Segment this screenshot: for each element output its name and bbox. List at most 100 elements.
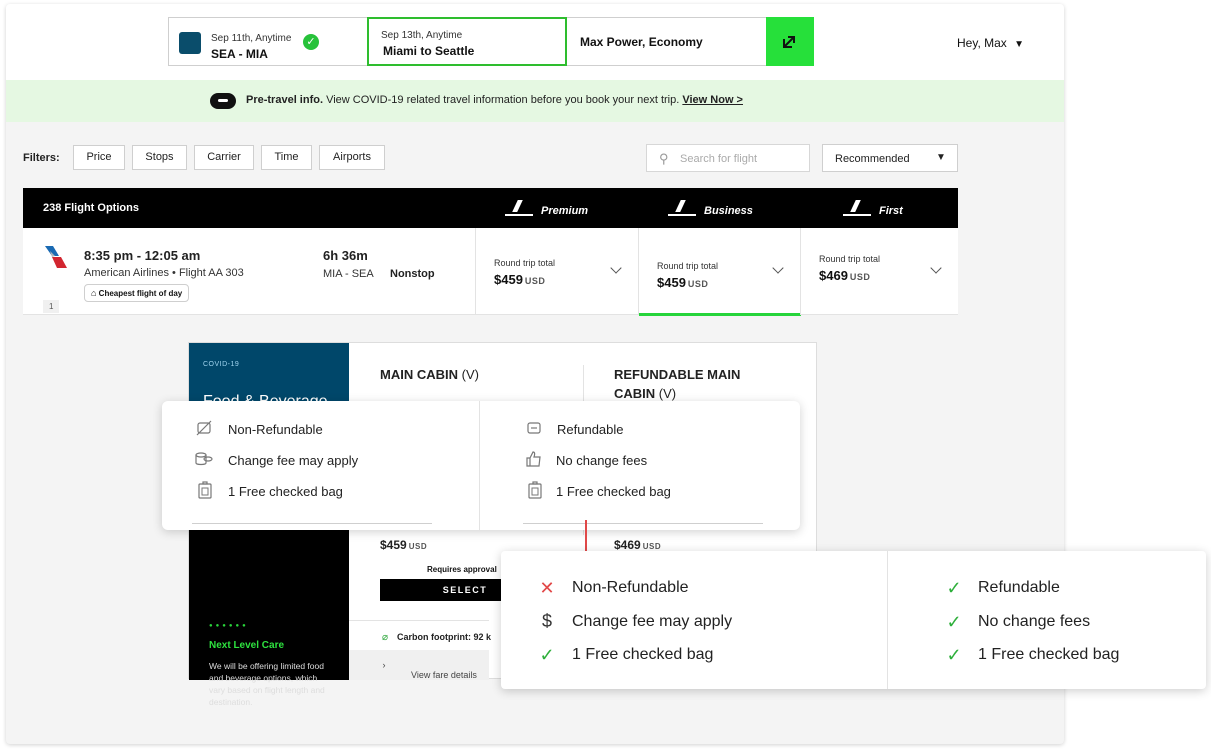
flight-time: 8:35 pm - 12:05 am <box>84 248 201 263</box>
user-menu[interactable]: Hey, Max ▼ <box>957 36 1024 50</box>
edit-search-button[interactable] <box>766 17 814 66</box>
main-cabin-title: MAIN CABIN (V) <box>380 367 479 382</box>
fare-premium[interactable]: Round trip total $459 USD <box>475 228 638 315</box>
filters-label: Filters: <box>23 152 60 164</box>
luggage-icon <box>198 481 212 499</box>
flight-stops: Nonstop <box>390 268 435 280</box>
seat-icon <box>843 202 871 216</box>
filter-price-button[interactable]: Price <box>73 145 125 170</box>
luggage-icon <box>528 481 542 499</box>
popup1-right-item-1: Refundable <box>557 422 624 437</box>
cheapest-badge: ⌂ Cheapest flight of day <box>84 284 190 302</box>
x-icon: ✕ <box>539 578 555 598</box>
results-header: 238 Flight Options Premium Business Firs… <box>23 188 958 228</box>
carbon-footprint: ⌀ Carbon footprint: 92 k <box>349 620 491 650</box>
cheapest-badge-label: Cheapest flight of day <box>98 289 183 298</box>
popup1-left-item-1: Non-Refundable <box>228 422 323 437</box>
popup1-left-item-2: Change fee may apply <box>228 453 359 468</box>
outbound-date: Sep 11th, Anytime <box>211 33 292 44</box>
covid-label: COVID-19 <box>203 361 240 368</box>
fare-label: Round trip total <box>657 261 719 271</box>
passenger-class: Max Power, Economy <box>580 35 703 49</box>
cabin-first[interactable]: First <box>843 200 903 217</box>
pagination-dots[interactable]: ●●●●●● <box>209 623 249 629</box>
return-segment[interactable]: Sep 13th, Anytime Miami to Seattle <box>367 17 567 66</box>
fare-comparison-popup-original: Non-Refundable Change fee may apply 1 Fr… <box>162 401 800 530</box>
filter-stops-button[interactable]: Stops <box>132 145 187 170</box>
sort-dropdown[interactable]: Recommended ▼ <box>822 144 958 172</box>
cabin-premium[interactable]: Premium <box>505 200 588 217</box>
fare-price: $459 USD <box>494 272 546 287</box>
requires-approval: Requires approval <box>427 565 497 574</box>
popup-divider <box>887 551 888 689</box>
popup2-left-item-1: Non-Refundable <box>572 579 689 596</box>
outbound-route: SEA - MIA <box>211 47 268 61</box>
check-icon: ✓ <box>303 34 319 50</box>
care-description: We will be offering limited food and bev… <box>209 661 325 707</box>
fare-label: Round trip total <box>819 254 881 264</box>
underline <box>192 523 432 524</box>
tag-icon: ⌂ <box>91 288 97 298</box>
main-cabin-price: $459 USD <box>380 538 428 552</box>
search-input[interactable]: ⚲ Search for flight <box>646 144 810 172</box>
fare-price: $459 USD <box>657 275 709 290</box>
flight-row[interactable]: 8:35 pm - 12:05 am American Airlines • F… <box>23 228 958 317</box>
popup1-right-item-2: No change fees <box>556 453 648 468</box>
caret-down-icon: ▼ <box>936 152 946 163</box>
filter-time-button[interactable]: Time <box>261 145 312 170</box>
no-refund-icon <box>196 420 212 436</box>
cabin-first-label: First <box>879 205 903 217</box>
chevron-down-icon <box>772 262 784 274</box>
carbon-text: Carbon footprint: 92 k <box>397 632 491 642</box>
sort-value: Recommended <box>835 153 910 165</box>
popup2-right-item-1: Refundable <box>978 579 1060 596</box>
result-index: 1 <box>43 300 60 313</box>
chevron-down-icon <box>930 262 942 274</box>
fare-price: $469 USD <box>819 268 871 283</box>
cabin-business[interactable]: Business <box>668 200 753 217</box>
underline <box>523 523 763 524</box>
flight-duration: 6h 36m <box>323 248 368 263</box>
filter-carrier-button[interactable]: Carrier <box>194 145 254 170</box>
leaf-icon: ⌀ <box>382 632 389 643</box>
seat-icon <box>505 202 533 216</box>
popup2-left-item-3: 1 Free checked bag <box>572 646 714 663</box>
check-icon: ✓ <box>946 578 962 598</box>
dollar-icon: $ <box>541 611 552 631</box>
seat-icon <box>668 202 696 216</box>
popup2-right-item-3: 1 Free checked bag <box>978 646 1120 663</box>
passenger-class-segment[interactable]: Max Power, Economy <box>566 17 767 66</box>
popup2-left-item-2: Change fee may apply <box>572 613 733 630</box>
check-icon: ✓ <box>946 645 962 665</box>
refundable-cabin-title: REFUNDABLE MAIN CABIN (V) <box>614 367 741 401</box>
greeting-text: Hey, Max <box>957 36 1007 50</box>
return-date: Sep 13th, Anytime <box>381 30 463 41</box>
coins-icon <box>195 452 213 466</box>
banner-text: View COVID-19 related travel information… <box>326 94 680 106</box>
search-icon: ⚲ <box>659 151 669 166</box>
top-header: Sep 11th, Anytime SEA - MIA ✓ Sep 13th, … <box>6 4 1064 80</box>
cabin-premium-label: Premium <box>541 205 589 217</box>
fare-comparison-popup-redesign: ✕ Non-Refundable $ Change fee may apply … <box>501 551 1206 689</box>
banner-bold: Pre-travel info. <box>246 94 324 106</box>
airline-logo-icon <box>179 32 201 54</box>
popup2-right-item-2: No change fees <box>978 613 1091 630</box>
popup1-right-item-3: 1 Free checked bag <box>556 484 671 499</box>
chevron-down-icon <box>610 262 622 274</box>
fare-first[interactable]: Round trip total $469 USD <box>800 228 958 315</box>
outbound-segment[interactable]: Sep 11th, Anytime SEA - MIA ✓ <box>168 17 368 66</box>
search-placeholder: Search for flight <box>680 153 758 165</box>
check-icon: ✓ <box>539 645 555 665</box>
flight-count: 238 Flight Options <box>43 202 139 214</box>
view-fare-details-link[interactable]: View fare details › <box>349 650 489 680</box>
cabin-business-label: Business <box>704 205 753 217</box>
check-icon: ✓ <box>946 612 962 632</box>
fare-business[interactable]: Round trip total $459 USD <box>638 228 801 317</box>
view-now-link[interactable]: View Now > <box>682 94 743 106</box>
popup1-left-item-3: 1 Free checked bag <box>228 484 343 499</box>
covid-banner: Pre-travel info. View COVID-19 related t… <box>6 80 1064 122</box>
care-title: Next Level Care <box>209 640 285 651</box>
covid-banner-text: Pre-travel info. View COVID-19 related t… <box>246 94 743 106</box>
filter-airports-button[interactable]: Airports <box>319 145 385 170</box>
refundable-price: $469 USD <box>614 538 662 552</box>
